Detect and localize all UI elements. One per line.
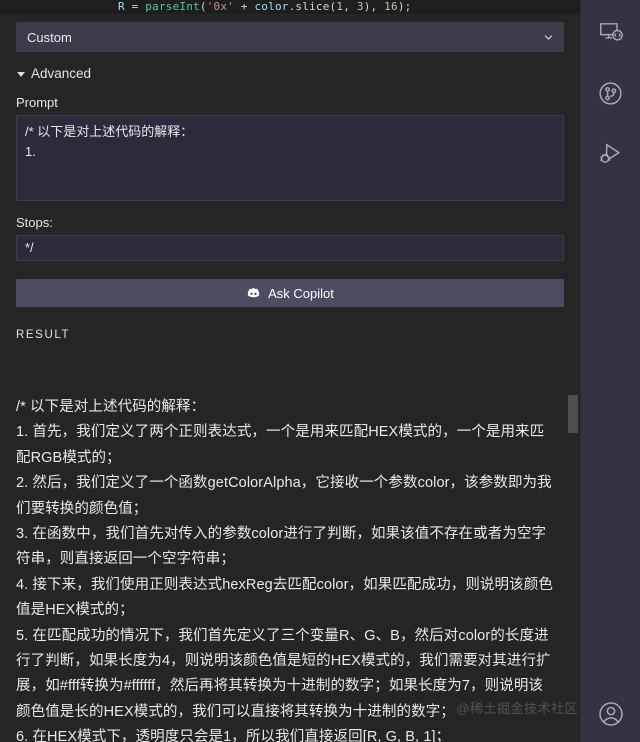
code-token: , bbox=[343, 0, 357, 13]
model-select[interactable]: Custom bbox=[16, 22, 564, 52]
result-paragraph: 6. 在HEX模式下，透明度只会是1，所以我们直接返回[R, G, B, 1]； bbox=[16, 729, 451, 742]
copilot-panel-screen: R = parseInt('0x' + color.slice(1, 3), 1… bbox=[0, 0, 640, 742]
prompt-input[interactable]: /* 以下是对上述代码的解释： 1. bbox=[16, 115, 564, 201]
code-token: R bbox=[118, 0, 125, 13]
code-token: ), bbox=[363, 0, 385, 13]
result-paragraph: 4. 接下来，我们使用正则表达式hexReg去匹配color，如果匹配成功，则说… bbox=[16, 576, 553, 619]
github-copilot-panel: Custom Advanced Prompt /* 以下是对上述代码的解释： 1… bbox=[0, 14, 580, 742]
run-and-debug-icon bbox=[597, 140, 624, 167]
editor-code-strip: R = parseInt('0x' + color.slice(1, 3), 1… bbox=[0, 0, 580, 14]
advanced-section-label: Advanced bbox=[31, 66, 92, 81]
result-scrollbar-thumb[interactable] bbox=[568, 395, 578, 433]
stops-input[interactable]: */ bbox=[16, 235, 564, 261]
code-token: 3 bbox=[356, 0, 364, 13]
activity-item-account[interactable] bbox=[581, 690, 640, 742]
ask-copilot-label: Ask Copilot bbox=[268, 285, 334, 301]
remote-explorer-icon bbox=[598, 20, 624, 46]
code-token: '0x' bbox=[206, 0, 235, 13]
copilot-icon bbox=[246, 286, 261, 301]
activity-item-source-control[interactable] bbox=[581, 68, 640, 118]
result-paragraph: 2. 然后，我们定义了一个函数getColorAlpha，它接收一个参数colo… bbox=[16, 475, 552, 517]
ask-copilot-button[interactable]: Ask Copilot bbox=[16, 279, 564, 307]
model-select-value: Custom bbox=[27, 29, 72, 45]
result-heading: RESULT bbox=[16, 329, 71, 341]
code-token: ( bbox=[199, 0, 207, 13]
code-token: + bbox=[234, 0, 255, 13]
result-paragraph: 1. 首先，我们定义了两个正则表达式，一个是用来匹配HEX模式的，一个是用来匹配… bbox=[16, 424, 545, 466]
activity-item-run-and-debug[interactable] bbox=[581, 128, 640, 178]
code-token: 16 bbox=[384, 0, 398, 13]
stops-label: Stops: bbox=[16, 215, 53, 230]
code-token: parseInt bbox=[145, 0, 200, 13]
chevron-down-icon bbox=[543, 32, 554, 43]
code-token: .slice( bbox=[288, 0, 337, 13]
code-token: = bbox=[124, 0, 146, 13]
result-text: /* 以下是对上述代码的解释： 1. 首先，我们定义了两个正则表达式，一个是用来匹… bbox=[0, 395, 580, 742]
activity-item-remote-explorer[interactable] bbox=[581, 8, 640, 58]
activity-bar bbox=[580, 0, 640, 742]
prompt-label: Prompt bbox=[16, 95, 58, 110]
advanced-section-toggle[interactable]: Advanced bbox=[16, 66, 564, 81]
account-icon bbox=[597, 700, 625, 733]
code-token: color bbox=[254, 0, 289, 13]
result-scroll-region[interactable]: /* 以下是对上述代码的解释： 1. 首先，我们定义了两个正则表达式，一个是用来匹… bbox=[0, 395, 580, 742]
result-scrollbar-track[interactable] bbox=[566, 395, 580, 742]
triangle-down-icon bbox=[16, 69, 26, 79]
code-token: ); bbox=[397, 0, 412, 13]
result-paragraph: /* 以下是对上述代码的解释： bbox=[16, 399, 206, 415]
result-paragraph: 5. 在匹配成功的情况下，我们首先定义了三个变量R、G、B，然后对color的长… bbox=[16, 627, 551, 720]
result-paragraph: 3. 在函数中，我们首先对传入的参数color进行了判断，如果该值不存在或者为空… bbox=[16, 526, 547, 568]
source-control-icon bbox=[597, 80, 624, 107]
